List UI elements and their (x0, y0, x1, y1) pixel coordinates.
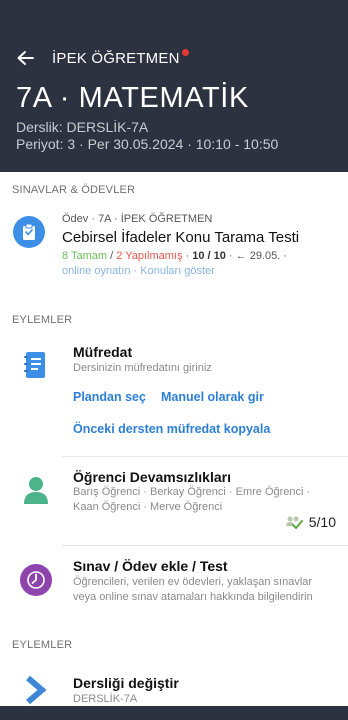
score: 10 / 10 (192, 250, 226, 262)
top-app-bar: İPEK ÖĞRETMEN (0, 46, 348, 70)
absent-students-line1: Barış Öğrenci · Berkay Öğrenci · Emre Öğ… (73, 486, 311, 498)
exams-section-label: SINAVLAR & ÖDEVLER (12, 184, 136, 196)
notification-dot (181, 48, 189, 56)
person-icon (22, 474, 50, 506)
homework-links: online oynatın · Konuları göster (62, 265, 215, 277)
links-sep: · (130, 265, 141, 277)
curriculum-subtitle: Dersinizin müfredatını giriniz (73, 362, 212, 374)
homework-title[interactable]: Cebirsel İfadeler Konu Tarama Testi (62, 229, 299, 246)
attendance-count-value: 5/10 (308, 514, 336, 530)
divider (62, 456, 348, 457)
exam-add-subtitle-line2: veya online sınav atamaları hakkında bil… (73, 591, 313, 603)
teacher-title: İPEK ÖĞRETMEN (52, 49, 180, 67)
clipboard-icon (13, 216, 45, 248)
group-check-icon (285, 515, 303, 529)
actions-section-label: EYLEMLER (12, 314, 73, 326)
notebook-icon (22, 350, 48, 380)
attendance-title[interactable]: Öğrenci Devamsızlıkları (73, 469, 231, 485)
exam-add-title[interactable]: Sınav / Ödev ekle / Test (73, 558, 228, 574)
done-count: 8 Tamam (62, 250, 108, 262)
choose-from-plan-link[interactable]: Plandan seç (73, 390, 146, 404)
homework-stats: 8 Tamam / 2 Yapılmamış · 10 / 10 · ← 29.… (62, 250, 287, 262)
header: İPEK ÖĞRETMEN 7A · MATEMATİK Derslik: DE… (0, 0, 348, 172)
not-done-count: 2 Yapılmamış (116, 250, 183, 262)
attendance-count: 5/10 (285, 514, 336, 530)
copy-curriculum-link[interactable]: Önceki dersten müfredat kopyala (73, 422, 270, 436)
room-info: Derslik: DERSLİK-7A (16, 119, 149, 135)
manual-entry-link[interactable]: Manuel olarak gir (161, 390, 264, 404)
curriculum-title[interactable]: Müfredat (73, 344, 132, 360)
due-date: · ← 29.05. · (225, 250, 288, 262)
exam-add-subtitle-line1: Öğrencileri, verilen ev ödevleri, yaklaş… (73, 576, 313, 588)
play-online-link[interactable]: online oynatın (62, 265, 131, 277)
actions-section-label-2: EYLEMLER (12, 639, 73, 651)
show-topics-link[interactable]: Konuları göster (140, 265, 215, 277)
period-info: Periyot: 3 · Per 30.05.2024 · 10:10 - 10… (16, 136, 279, 152)
change-room-title[interactable]: Dersliği değiştir (73, 675, 179, 691)
bottom-bar (0, 706, 348, 720)
divider (62, 545, 348, 546)
chevron-right-icon (24, 674, 48, 706)
stats-sep: · (182, 250, 193, 262)
change-room-subtitle: DERSLİK-7A (73, 693, 138, 705)
class-title: 7A · MATEMATİK (16, 82, 249, 114)
arrow-left-icon[interactable] (14, 47, 36, 69)
stats-sep: / (107, 250, 117, 262)
homework-meta: Ödev · 7A · İPEK ÖĞRETMEN (62, 213, 213, 225)
clock-icon (20, 564, 52, 596)
absent-students-line2: Kaan Öğrenci · Merve Öğrenci (73, 501, 223, 513)
